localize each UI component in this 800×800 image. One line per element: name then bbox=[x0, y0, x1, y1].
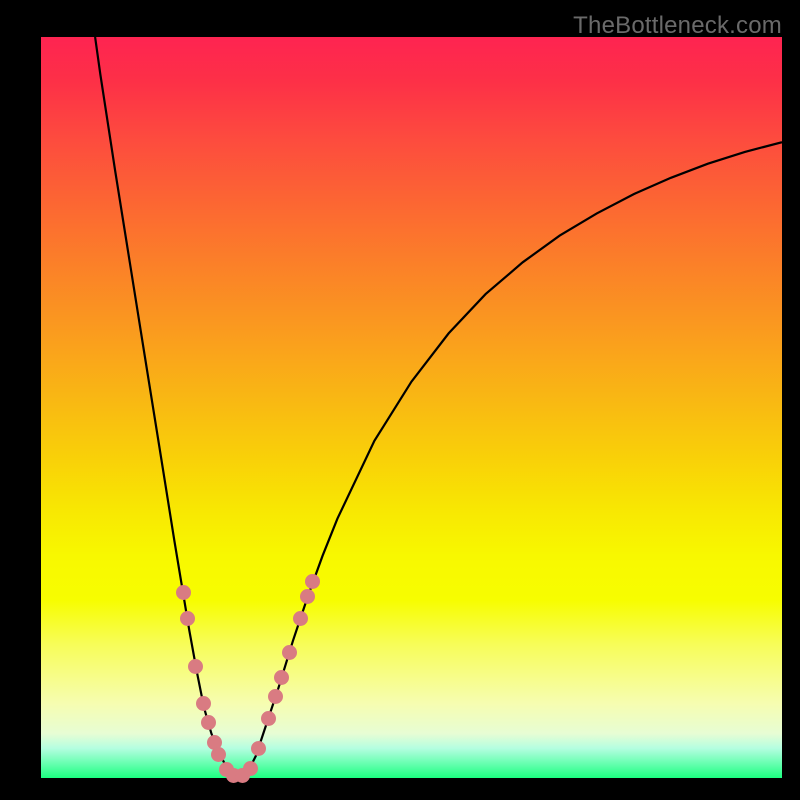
highlight-dot bbox=[201, 715, 216, 730]
highlight-dot bbox=[274, 670, 289, 685]
highlight-dot bbox=[251, 741, 266, 756]
watermark-text: TheBottleneck.com bbox=[573, 12, 782, 40]
chart-frame: TheBottleneck.com bbox=[0, 0, 800, 800]
highlight-dot bbox=[176, 585, 191, 600]
highlight-dot bbox=[211, 747, 226, 762]
curve-right bbox=[241, 142, 782, 777]
highlight-dot bbox=[282, 645, 297, 660]
highlight-dot bbox=[243, 761, 258, 776]
plot-area bbox=[41, 37, 782, 778]
curve-left bbox=[95, 37, 237, 777]
highlight-dot bbox=[293, 611, 308, 626]
curve-svg bbox=[41, 37, 782, 778]
